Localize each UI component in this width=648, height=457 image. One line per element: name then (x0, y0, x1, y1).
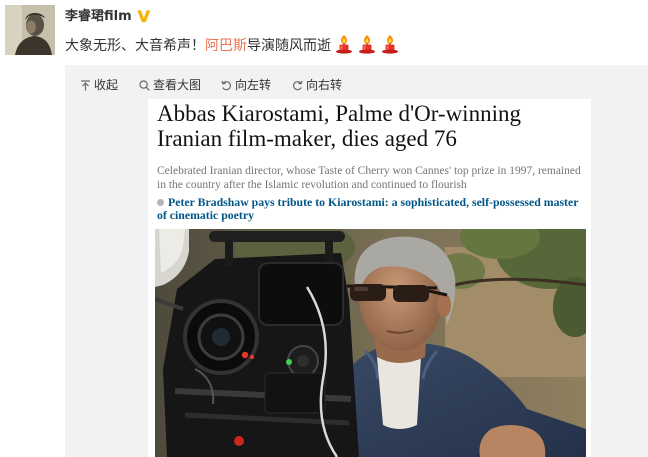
bullet-icon (157, 199, 164, 206)
post-author: 李睿珺film V (65, 8, 150, 26)
view-large-image-button[interactable]: 查看大图 (139, 78, 201, 92)
article-headline-line: Iranian film-maker, dies aged 76 (157, 126, 457, 151)
article-standfirst-line: in the country after the Islamic revolut… (157, 179, 467, 191)
media-expanded-panel: 收起 查看大图 向左转 向右转 Abbas Kiarostami, Palme … (65, 65, 648, 457)
article-headline: Abbas Kiarostami, Palme d'Or-winning Ira… (157, 101, 521, 151)
collapse-button[interactable]: 收起 (80, 78, 118, 92)
rotate-right-icon (293, 80, 303, 90)
collapse-icon (81, 79, 90, 90)
collapse-label: 收起 (94, 78, 119, 92)
candle-icon (359, 35, 375, 54)
article-photo (155, 229, 586, 457)
author-avatar[interactable] (5, 5, 55, 55)
rotate-left-button[interactable]: 向左转 (221, 78, 271, 92)
author-name-link[interactable]: 李睿珺film (65, 8, 132, 26)
rotate-right-label: 向右转 (306, 78, 343, 92)
article-related-link: Peter Bradshaw pays tribute to Kiarostam… (157, 196, 578, 222)
verified-badge-icon[interactable]: V (138, 8, 150, 26)
post-text-after-link: 导演随风而逝 (247, 38, 331, 54)
rotate-left-label: 向左转 (235, 78, 272, 92)
attached-image[interactable]: Abbas Kiarostami, Palme d'Or-winning Ira… (148, 99, 591, 457)
search-icon (139, 79, 150, 91)
view-large-image-label: 查看大图 (153, 78, 202, 92)
rotate-right-button[interactable]: 向右转 (292, 78, 342, 92)
article-standfirst: Celebrated Iranian director, whose Taste… (157, 164, 581, 192)
article-standfirst-line: Celebrated Iranian director, whose Taste… (157, 165, 581, 177)
post-text-before-link: 大象无形、大音希声！ (65, 38, 205, 54)
post-content: 大象无形、大音希声！阿巴斯导演随风而逝 (65, 34, 400, 57)
article-headline-line: Abbas Kiarostami, Palme d'Or-winning (157, 101, 521, 126)
candle-icon (336, 35, 352, 54)
article-related-link-text: Peter Bradshaw pays tribute to Kiarostam… (168, 195, 579, 209)
post-mention-link[interactable]: 阿巴斯 (205, 38, 247, 54)
candle-icon (382, 35, 398, 54)
article-related-link-line: of cinematic poetry (157, 208, 254, 222)
rotate-left-icon (221, 80, 231, 90)
